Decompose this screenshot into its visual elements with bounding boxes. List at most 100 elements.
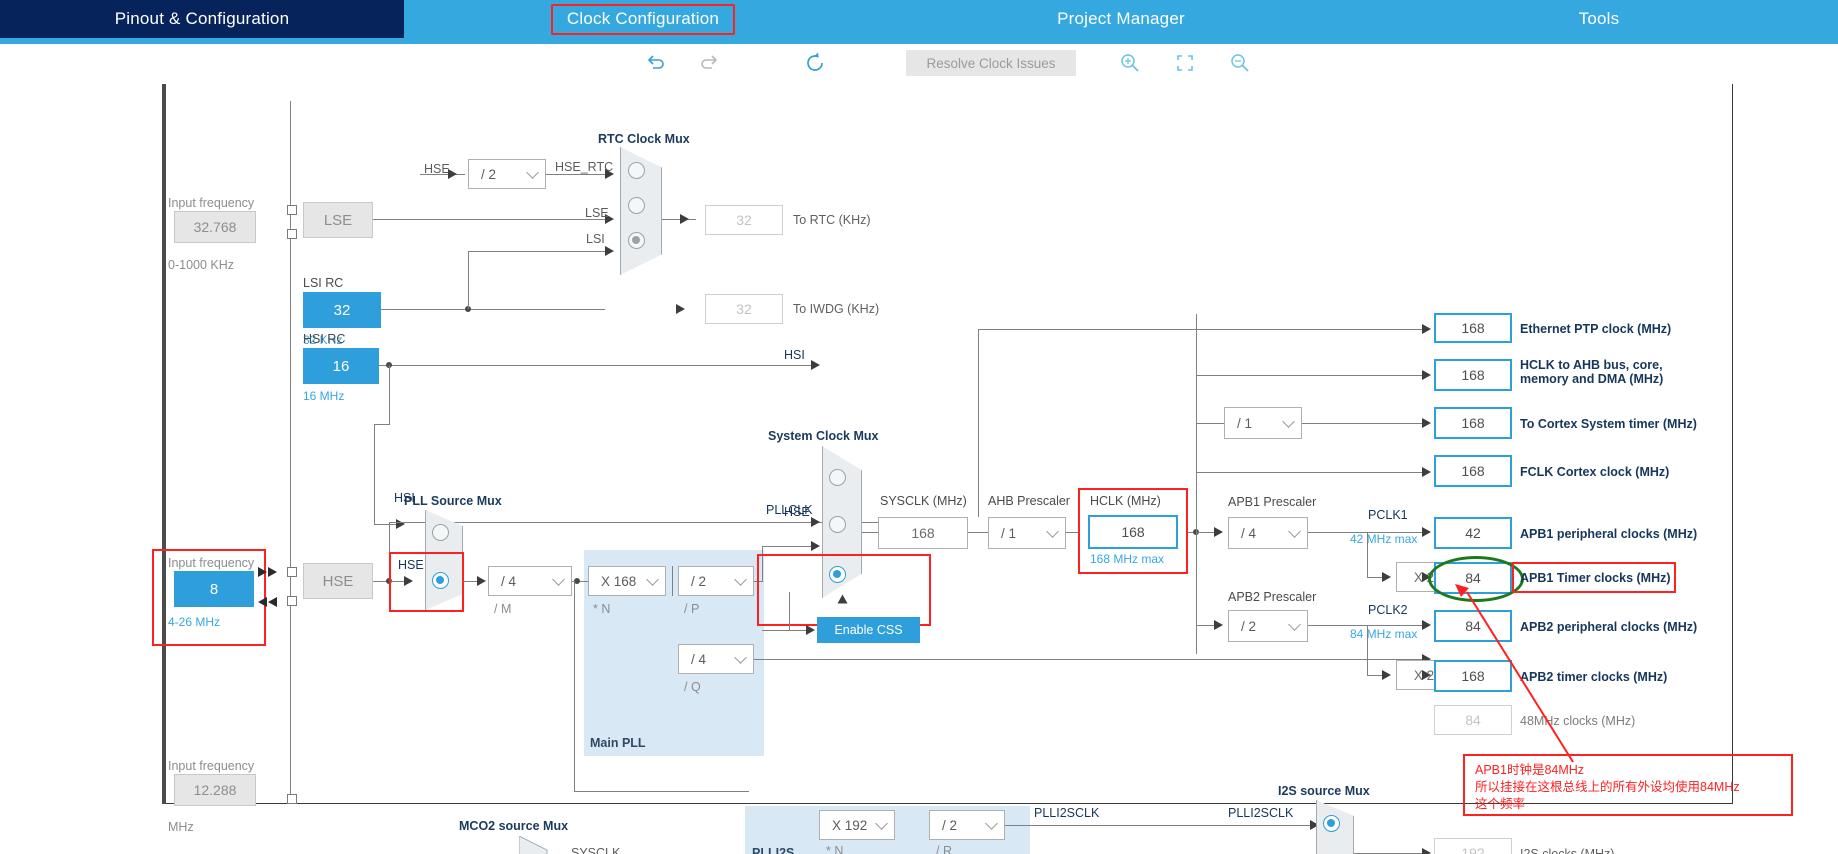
pll-mux-radio-hse[interactable] xyxy=(432,572,449,589)
fit-to-screen-icon[interactable] xyxy=(1170,48,1200,78)
output-apb2-periph-label: APB2 peripheral clocks (MHz) xyxy=(1520,620,1698,634)
wire-cortexdiv-out xyxy=(1302,423,1422,425)
wire-pclk1-to-x2 xyxy=(1367,577,1387,579)
hse-rtc-divider-combo[interactable]: / 2 xyxy=(468,159,546,189)
main-tab-bar: Pinout & Configuration Clock Configurati… xyxy=(0,0,1838,38)
junction-pll-m-out xyxy=(574,578,580,584)
output-fclk-value[interactable]: 168 xyxy=(1434,455,1512,487)
wire-pclk2-to-x2 xyxy=(1367,675,1387,677)
sysmux-radio-pllclk[interactable] xyxy=(829,566,846,583)
apb1-prescaler-value: / 4 xyxy=(1241,525,1257,541)
sysclk-value[interactable]: 168 xyxy=(878,517,968,549)
pll-mux-input-hsi-label: HSI xyxy=(394,491,415,505)
output-apb1-periph-value[interactable]: 42 xyxy=(1434,517,1512,549)
pll-n-combo[interactable]: X 168 xyxy=(588,566,666,596)
arrow-pllclk-sysmux xyxy=(811,541,820,551)
lse-input-frequency-value[interactable]: 32.768 xyxy=(174,211,256,243)
tab-pinout-configuration[interactable]: Pinout & Configuration xyxy=(0,0,404,38)
rtc-mux-radio-lsi[interactable] xyxy=(628,232,645,249)
apb1-prescaler-combo[interactable]: / 4 xyxy=(1228,517,1308,549)
tab-tools-label: Tools xyxy=(1578,9,1620,28)
plli2s-r-combo[interactable]: / 2 xyxy=(929,810,1005,840)
output-hclk-ahb-value[interactable]: 168 xyxy=(1434,359,1512,391)
arrow-lsi-iwdg xyxy=(676,304,685,314)
lse-block[interactable]: LSE xyxy=(303,202,373,238)
arrow-hse-in-a xyxy=(268,567,277,577)
output-cortex-timer-label: To Cortex System timer (MHz) xyxy=(1520,417,1697,431)
output-apb2-timer-value[interactable]: 168 xyxy=(1434,660,1512,692)
hse-input-frequency-value[interactable]: 8 xyxy=(174,571,254,607)
hse-pin-2 xyxy=(287,596,297,606)
i2s-input-frequency-value[interactable]: 12.288 xyxy=(174,774,256,806)
apb1-prescaler-title: APB1 Prescaler xyxy=(1228,495,1317,509)
output-i2s-value[interactable]: 192 xyxy=(1434,838,1512,854)
apb2-prescaler-combo[interactable]: / 2 xyxy=(1228,610,1308,642)
sysmux-radio-hse[interactable] xyxy=(829,516,846,533)
wire-hsi-corner xyxy=(374,424,390,426)
rtc-clock-mux-title: RTC Clock Mux xyxy=(598,132,690,146)
pclk2-label: PCLK2 xyxy=(1368,603,1408,617)
plli2s-r-value: / 2 xyxy=(942,817,958,833)
hse-block[interactable]: HSE xyxy=(303,563,373,599)
ahb-prescaler-combo[interactable]: / 1 xyxy=(988,517,1066,549)
arrow-apb1-periph xyxy=(1422,527,1431,537)
pll-p-combo[interactable]: / 2 xyxy=(678,566,754,596)
chevron-down-icon xyxy=(985,817,998,830)
output-apb1-timer-value[interactable]: 84 xyxy=(1434,562,1512,594)
lse-input-frequency-label: Input frequency xyxy=(168,196,255,210)
ahb-prescaler-title: AHB Prescaler xyxy=(988,494,1070,508)
main-pll-label: Main PLL xyxy=(590,736,646,750)
rtc-mux-radio-hse-rtc[interactable] xyxy=(628,162,645,179)
resolve-clock-issues-button[interactable]: Resolve Clock Issues xyxy=(906,50,1076,76)
reset-icon[interactable] xyxy=(800,48,830,78)
hse-input-range-label: 4-26 MHz xyxy=(168,615,221,629)
output-eth-ptp-value[interactable]: 168 xyxy=(1434,313,1512,343)
lsi-rc-value[interactable]: 32 xyxy=(303,292,381,328)
plli2s-n-combo[interactable]: X 192 xyxy=(819,810,895,840)
arrow-css xyxy=(806,625,815,635)
zoom-out-icon[interactable] xyxy=(1225,48,1255,78)
to-rtc-value[interactable]: 32 xyxy=(705,205,783,235)
i2s-mux-radio-plli2sclk[interactable] xyxy=(1323,815,1340,832)
hse-pin-1 xyxy=(287,567,297,577)
output-cortex-timer-value[interactable]: 168 xyxy=(1434,407,1512,439)
pll-n-caption: * N xyxy=(593,602,611,616)
rtc-mux-radio-lse[interactable] xyxy=(628,197,645,214)
sysmux-radio-hsi[interactable] xyxy=(829,469,846,486)
output-apb2-periph-value[interactable]: 84 xyxy=(1434,610,1512,642)
mco2-source-mux-shape xyxy=(519,836,548,854)
clock-tree-canvas[interactable]: Input frequency 32.768 0-1000 KHz LSE LS… xyxy=(0,84,1838,854)
output-eth-ptp-label: Ethernet PTP clock (MHz) xyxy=(1520,322,1672,336)
wire-p-up xyxy=(762,546,764,582)
wire-hse-pllmux xyxy=(389,581,407,583)
plli2s-n-value: X 192 xyxy=(832,817,868,833)
output-48mhz-value[interactable]: 84 xyxy=(1434,705,1512,735)
i2s-input-frequency-label: Input frequency xyxy=(168,759,255,773)
tab-clock-configuration[interactable]: Clock Configuration xyxy=(404,0,882,38)
pll-m-value: / 4 xyxy=(501,573,517,589)
wire-hclk-trunk xyxy=(1196,314,1198,654)
arrow-hse-pllmux xyxy=(404,576,413,586)
zoom-in-icon[interactable] xyxy=(1115,48,1145,78)
arrow-fclk xyxy=(1422,467,1431,477)
wire-hsi-pllmux xyxy=(374,524,398,526)
cortex-prescaler-value: / 1 xyxy=(1237,415,1253,431)
hsi-rc-value[interactable]: 16 xyxy=(303,348,379,384)
pll-q-combo[interactable]: / 4 xyxy=(678,644,754,674)
wire-pllmux-out xyxy=(463,581,483,583)
tab-project-manager[interactable]: Project Manager xyxy=(882,0,1360,38)
pll-mux-radio-hsi[interactable] xyxy=(432,524,449,541)
pll-m-combo[interactable]: / 4 xyxy=(488,566,572,596)
arrow-apb2-presc xyxy=(1214,620,1223,630)
hclk-value[interactable]: 168 xyxy=(1088,515,1178,549)
to-iwdg-value[interactable]: 32 xyxy=(705,294,783,324)
chinese-annotation-note: APB1时钟是84MHz 所以挂接在这根总线上的所有外设均使用84MHz 这个频… xyxy=(1463,754,1793,816)
wire-hclk-apb1 xyxy=(1196,532,1220,534)
redo-icon[interactable] xyxy=(695,48,725,78)
cortex-prescaler-combo[interactable]: / 1 xyxy=(1224,407,1302,439)
undo-icon[interactable] xyxy=(640,48,670,78)
tab-tools[interactable]: Tools xyxy=(1360,0,1838,38)
enable-css-button[interactable]: Enable CSS xyxy=(817,617,920,643)
wire-css-in xyxy=(762,630,806,632)
wire-css-up xyxy=(789,592,791,630)
